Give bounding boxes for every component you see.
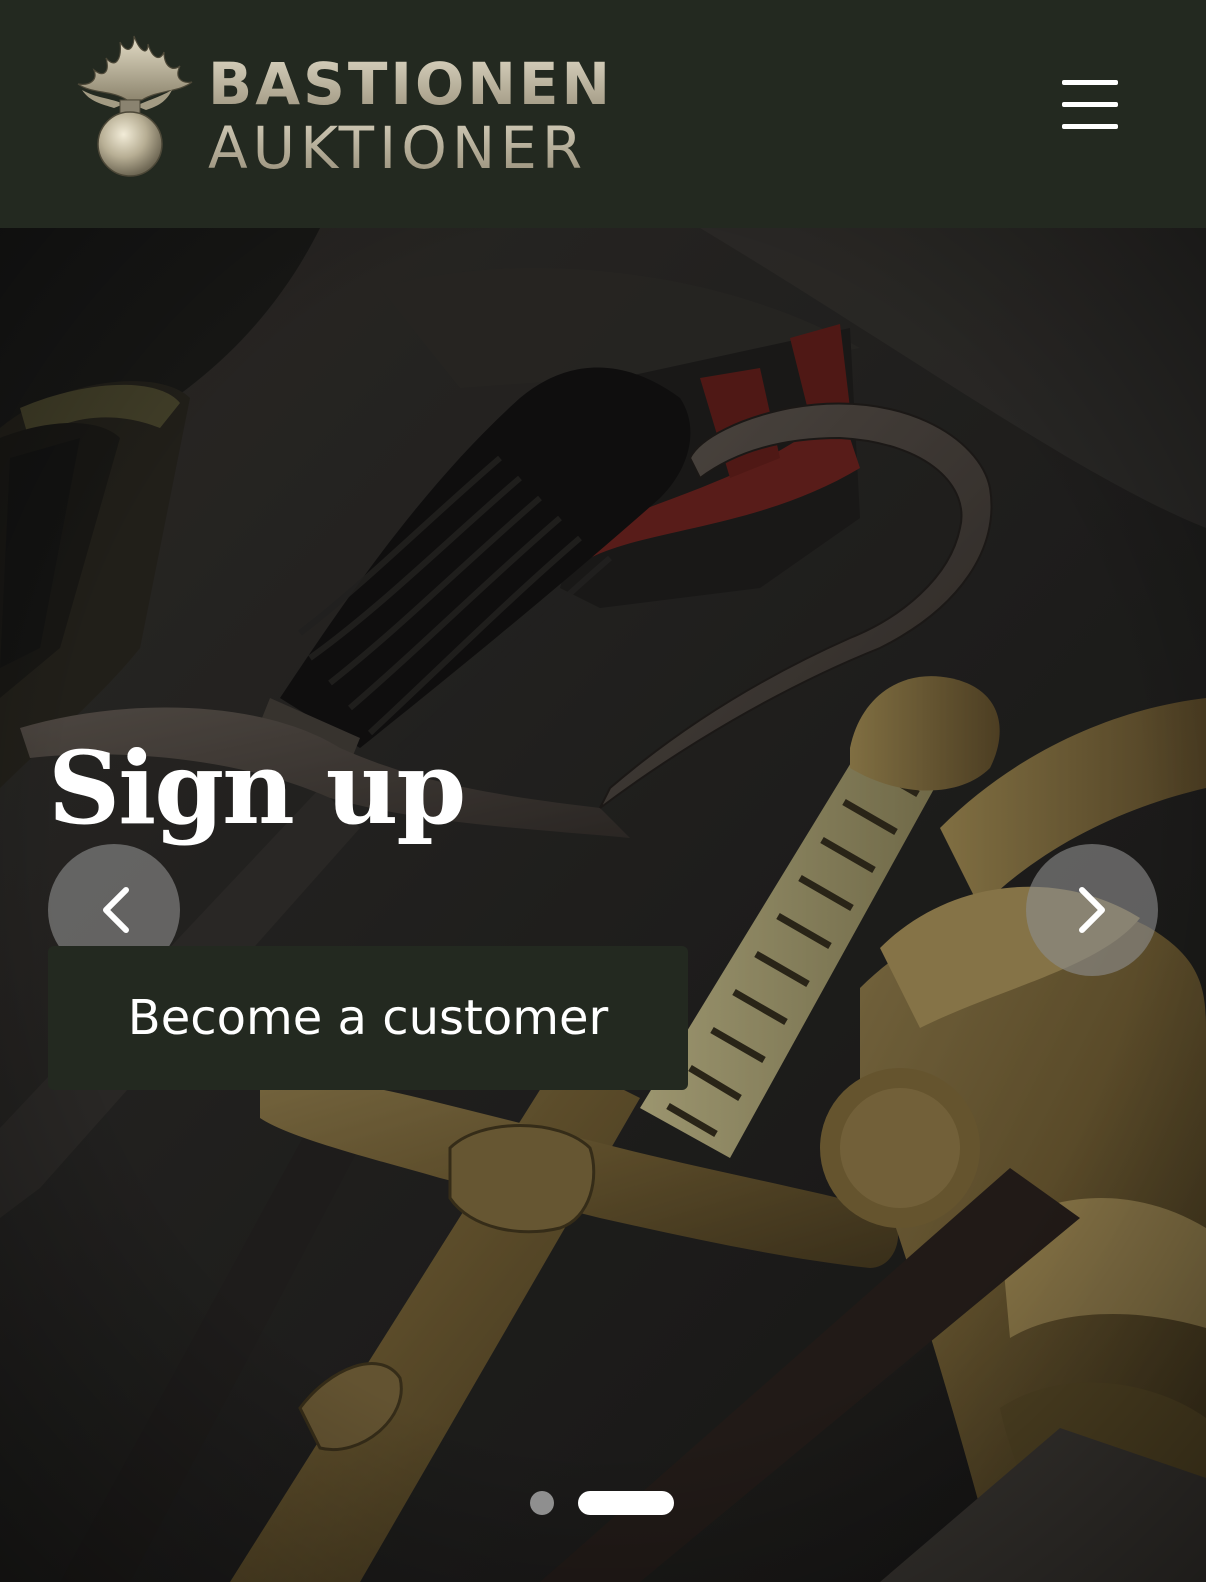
hero-title: Sign up [48, 729, 466, 847]
become-customer-button[interactable]: Become a customer [48, 946, 688, 1090]
menu-bar-top [1062, 80, 1118, 85]
hero-carousel: Sign up Become a customer [0, 228, 1206, 1582]
menu-bar-middle [1062, 102, 1118, 107]
page: BASTIONEN AUKTIONER Sign up Become a cus… [0, 0, 1206, 1582]
grenade-emblem-icon [77, 35, 193, 177]
carousel-dot-2-active[interactable] [578, 1491, 674, 1515]
chevron-right-icon [1079, 887, 1105, 933]
carousel-pagination [530, 1490, 680, 1516]
menu-bar-bottom [1062, 124, 1118, 129]
logo-wordmark-line1: BASTIONEN [208, 50, 614, 118]
logo-link[interactable]: BASTIONEN AUKTIONER [52, 28, 614, 182]
site-header: BASTIONEN AUKTIONER [0, 0, 1206, 228]
logo-wordmark-line2: AUKTIONER [208, 114, 588, 182]
carousel-dot-1[interactable] [530, 1491, 554, 1515]
hamburger-menu-icon[interactable] [1062, 80, 1118, 134]
carousel-next-button[interactable] [1026, 844, 1158, 976]
